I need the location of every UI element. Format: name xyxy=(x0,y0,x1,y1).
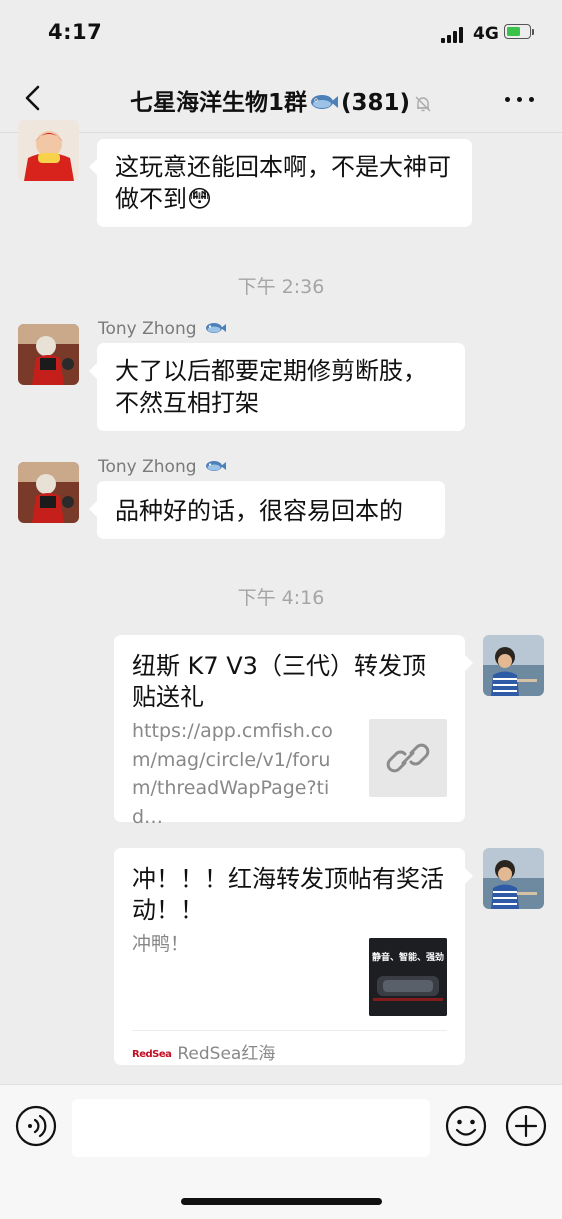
sender-name: Tony Zhong xyxy=(98,457,227,477)
fish-emoji-icon xyxy=(310,95,338,109)
member-count: (381) xyxy=(340,90,411,116)
message-input[interactable] xyxy=(72,1099,430,1157)
redsea-logo: RedSea xyxy=(132,1049,172,1060)
link-card-description: 冲鸭！ xyxy=(132,933,190,955)
network-type: 4G xyxy=(473,24,499,44)
status-bar: 4:17 4G xyxy=(0,0,562,66)
timestamp: 下午 2:36 xyxy=(237,276,325,298)
battery-charging-icon xyxy=(504,24,535,41)
link-card-source: RedSea RedSea红海 xyxy=(132,1030,447,1064)
avatar[interactable] xyxy=(18,324,79,385)
link-card[interactable]: 纽斯 K7 V3（三代）转发顶贴送礼 https://app.cmfish.co… xyxy=(114,635,473,828)
costume-avatar xyxy=(18,324,79,385)
avatar[interactable] xyxy=(18,120,79,181)
avatar[interactable] xyxy=(18,462,79,523)
link-card-url: https://app.cmfish.com/mag/circle/v1/for… xyxy=(132,720,333,828)
group-name: 七星海洋生物1群 xyxy=(129,90,307,116)
avatar[interactable] xyxy=(483,848,544,909)
message-text: 大了以后都要定期修剪断肢，不然互相打架 xyxy=(115,357,427,417)
source-name: RedSea红海 xyxy=(177,1044,276,1064)
link-card[interactable]: 冲！！！红海转发顶帖有奖活动！！ 冲鸭！ 静音、智能、强劲 RedSea RedS… xyxy=(114,848,473,1065)
home-indicator[interactable] xyxy=(181,1198,382,1205)
girl-by-sea-avatar xyxy=(483,848,544,909)
sender-name-text: Tony Zhong xyxy=(98,457,197,477)
voice-button[interactable] xyxy=(15,1105,57,1147)
costume-avatar xyxy=(18,462,79,523)
chat-title: 七星海洋生物1群 (381) xyxy=(0,83,562,117)
chat-header: 七星海洋生物1群 (381) xyxy=(0,66,562,133)
voice-icon xyxy=(15,1105,57,1147)
message-bubble[interactable]: 品种好的话，很容易回本的 xyxy=(89,481,445,539)
timestamp: 下午 4:16 xyxy=(237,587,325,609)
plus-icon xyxy=(505,1105,547,1147)
emoji-icon xyxy=(445,1105,487,1147)
fish-emoji-icon xyxy=(205,461,226,471)
more-options-button[interactable] xyxy=(502,84,538,114)
emoji-button[interactable] xyxy=(445,1105,487,1147)
message-bubble[interactable]: 这玩意还能回本啊，不是大神可做不到😳 xyxy=(89,139,472,227)
link-thumbnail xyxy=(369,719,447,797)
sender-name: Tony Zhong xyxy=(98,319,227,339)
thumbnail-caption: 静音、智能、强劲 xyxy=(371,953,444,963)
fish-emoji-icon xyxy=(205,323,226,333)
avatar[interactable] xyxy=(483,635,544,696)
plus-button[interactable] xyxy=(505,1105,547,1147)
link-card-title: 纽斯 K7 V3（三代）转发顶贴送礼 xyxy=(132,652,426,711)
signal-strength-icon xyxy=(441,27,467,43)
girl-by-sea-avatar xyxy=(483,635,544,696)
child-red-coat-avatar xyxy=(18,120,79,181)
message-text: 品种好的话，很容易回本的 xyxy=(115,497,403,525)
status-time: 4:17 xyxy=(48,20,103,44)
bell-off-icon xyxy=(415,96,431,111)
link-icon xyxy=(386,743,430,773)
message-bubble[interactable]: 大了以后都要定期修剪断肢，不然互相打架 xyxy=(89,343,465,431)
message-text: 这玩意还能回本啊，不是大神可做不到😳 xyxy=(115,153,451,213)
link-thumbnail: 静音、智能、强劲 xyxy=(369,938,447,1016)
link-card-title: 冲！！！红海转发顶帖有奖活动！！ xyxy=(132,865,444,924)
sender-name-text: Tony Zhong xyxy=(98,319,197,339)
